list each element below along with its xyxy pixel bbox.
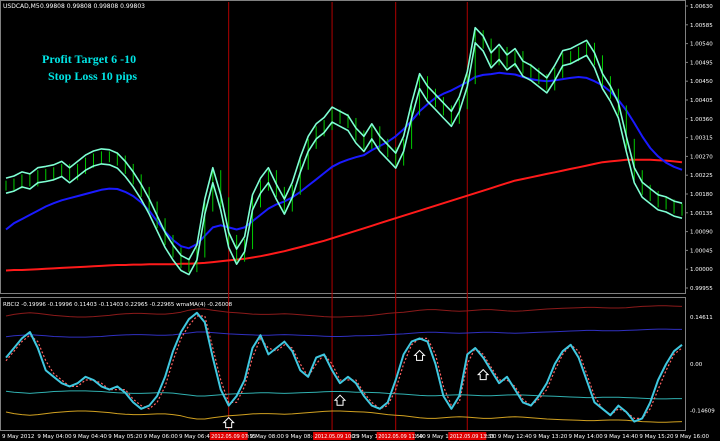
time-label-5: 9 May 06:00	[144, 434, 179, 440]
time-highlight-label-2: 2012.05.09 10:25	[315, 434, 360, 440]
price-label-14: 1.00045	[690, 248, 713, 254]
time-label-17: 9 May 14:00	[569, 434, 604, 440]
time-highlight-label-3: 2012.05.09 11:50	[378, 434, 423, 440]
price-label-16: 0.99955	[690, 286, 713, 292]
price-label-3: 1.00540	[690, 42, 713, 48]
price-label-13: 1.00090	[690, 230, 713, 236]
price-label-2: 1.00585	[690, 23, 713, 29]
osc-label-1: 0.14611	[690, 315, 713, 321]
price-label-5: 1.00450	[690, 79, 713, 85]
time-highlight-label-1: 2012.05.09 07:15	[211, 434, 256, 440]
time-label-2: 9 May 04:00	[37, 434, 72, 440]
indicator-label: RBCI2 -0.19996 -0.19996 0.11403 -0.11403…	[3, 302, 233, 308]
chart-background	[0, 0, 720, 441]
price-chart[interactable]: 1.00630 1.00585 1.00540 1.00495 1.00450 1.004…	[0, 0, 720, 441]
price-label-10: 1.00225	[690, 173, 713, 179]
time-label-20: 9 May 16:00	[675, 434, 710, 440]
price-label-8: 1.00315	[690, 136, 713, 142]
time-label-1: 9 May 2012	[2, 434, 34, 440]
time-label-3: 9 May 04:40	[73, 434, 108, 440]
symbol-label: USDCAD,M5	[3, 3, 40, 10]
ohlc-label: 0.99808 0.99808 0.99808 0.99803	[40, 3, 145, 10]
time-label-6: 9 May 06:40	[179, 434, 214, 440]
price-label-15: 1.00000	[690, 267, 713, 273]
time-label-15: 9 May 12:40	[498, 434, 533, 440]
price-label-1: 1.00630	[690, 4, 713, 10]
price-label-12: 1.00135	[690, 211, 713, 217]
time-label-19: 9 May 15:20	[639, 434, 674, 440]
time-label-16: 9 May 13:20	[533, 434, 568, 440]
time-label-18: 9 May 14:40	[604, 434, 639, 440]
price-label-4: 1.00495	[690, 60, 713, 66]
osc-label-3: -0.14609	[690, 409, 715, 415]
price-label-7: 1.00360	[690, 117, 713, 123]
price-label-11: 1.00180	[690, 192, 713, 198]
time-axis: 9 May 2012 9 May 04:00 9 May 04:40 9 May 05…	[2, 432, 709, 440]
osc-label-2: 0.00	[690, 362, 703, 368]
profit-target-annotation: Profit Target 6 -10	[42, 52, 136, 66]
price-label-6: 1.00405	[690, 98, 713, 104]
time-label-4: 9 May 05:20	[108, 434, 143, 440]
price-label-9: 1.00270	[690, 154, 713, 160]
stop-loss-annotation: Stop Loss 10 pips	[48, 69, 137, 83]
time-highlight-label-4: 2012.05.09 13:35	[450, 434, 495, 440]
